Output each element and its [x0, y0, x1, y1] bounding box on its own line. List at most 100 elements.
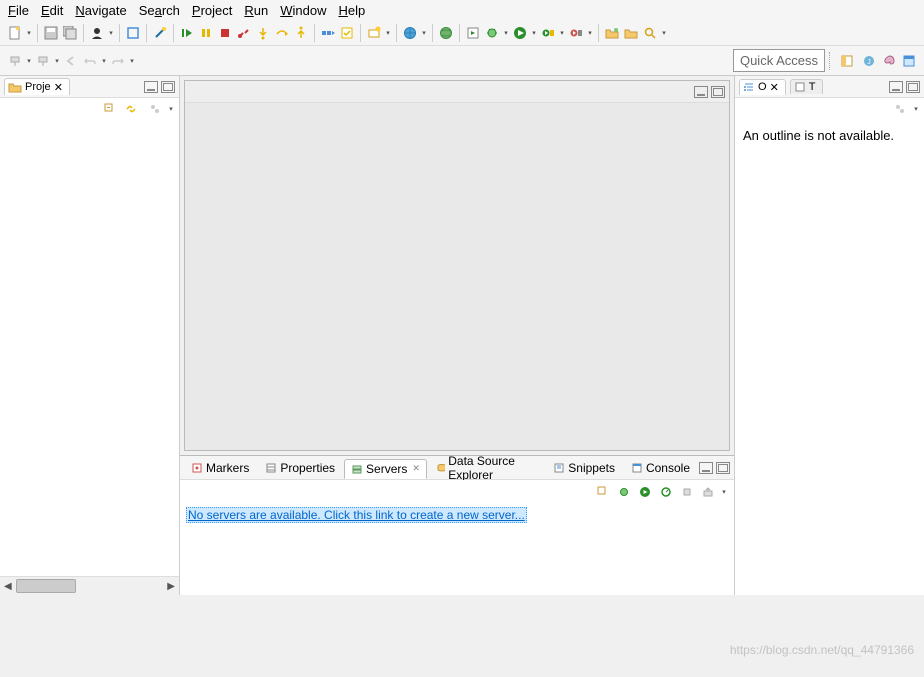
palette-icon[interactable] [880, 52, 898, 70]
disconnect-icon[interactable] [235, 24, 253, 42]
undo-icon[interactable] [81, 52, 99, 70]
saveall-icon[interactable] [61, 24, 79, 42]
start-server-icon[interactable] [636, 483, 654, 501]
tasklist-tab[interactable]: T [790, 79, 823, 94]
close-icon[interactable]: ✕ [412, 463, 420, 474]
focus-icon[interactable] [891, 100, 909, 118]
close-icon[interactable]: ✕ [770, 81, 779, 94]
maximize-button[interactable] [161, 81, 175, 93]
new-icon[interactable] [6, 24, 24, 42]
tab-markers[interactable]: Markers [184, 458, 256, 478]
stepreturn-icon[interactable] [292, 24, 310, 42]
project-tree[interactable] [0, 120, 179, 576]
profile-server-icon[interactable] [657, 483, 675, 501]
editor-maximize-button[interactable] [711, 86, 725, 98]
link-editor-icon[interactable] [122, 100, 140, 118]
debug-dropdown[interactable] [502, 24, 510, 42]
pin-icon[interactable] [6, 52, 24, 70]
stepover-icon[interactable] [273, 24, 291, 42]
browser-icon[interactable] [401, 24, 419, 42]
outline-view-menu[interactable] [912, 100, 920, 118]
quick-access-input[interactable]: Quick Access [733, 49, 825, 72]
perspective-icon[interactable] [838, 52, 856, 70]
redo-icon[interactable] [109, 52, 127, 70]
jee-perspective-icon[interactable]: J [860, 52, 878, 70]
bottom-minimize-button[interactable] [699, 462, 713, 474]
project-explorer-tab[interactable]: Proje ✕ [4, 78, 70, 95]
outline-view: O ✕ T An outline is not available. [734, 76, 924, 595]
pin-dropdown[interactable] [25, 52, 33, 70]
close-icon[interactable]: ✕ [54, 81, 63, 94]
back-icon[interactable] [62, 52, 80, 70]
menu-run[interactable]: Run [244, 3, 268, 18]
save-icon[interactable] [42, 24, 60, 42]
wand-icon[interactable] [151, 24, 169, 42]
pin2-icon[interactable] [34, 52, 52, 70]
menu-help[interactable]: Help [338, 3, 365, 18]
stop-server-icon[interactable] [678, 483, 696, 501]
focus-icon[interactable] [146, 100, 164, 118]
newfolder-icon[interactable] [603, 24, 621, 42]
resume-icon[interactable] [178, 24, 196, 42]
build-icon[interactable] [124, 24, 142, 42]
runlast-dropdown[interactable] [558, 24, 566, 42]
globe-icon[interactable] [437, 24, 455, 42]
servers-view-menu[interactable] [720, 483, 728, 501]
breadcrumb-icon[interactable] [319, 24, 337, 42]
user-icon[interactable] [88, 24, 106, 42]
search-dropdown[interactable] [660, 24, 668, 42]
debug-server-icon[interactable] [615, 483, 633, 501]
menu-navigate[interactable]: Navigate [75, 3, 126, 18]
menu-edit[interactable]: Edit [41, 3, 63, 18]
editor-column: Markers Properties Servers✕ Data Source … [180, 76, 734, 595]
secondary-toolbar: Quick Access J [0, 46, 924, 76]
stop-icon[interactable] [216, 24, 234, 42]
editor-area [184, 80, 730, 451]
runext-dropdown[interactable] [586, 24, 594, 42]
collapse-all-icon[interactable] [101, 100, 119, 118]
pause-icon[interactable] [197, 24, 215, 42]
newserver-icon[interactable] [365, 24, 383, 42]
debug-icon[interactable] [483, 24, 501, 42]
task-icon[interactable] [338, 24, 356, 42]
menu-file[interactable]: File [8, 3, 29, 18]
run-dropdown[interactable] [530, 24, 538, 42]
user-dropdown[interactable] [107, 24, 115, 42]
redo-dropdown[interactable] [128, 52, 136, 70]
editor-blank-area[interactable] [185, 103, 729, 450]
menu-search[interactable]: Search [139, 3, 180, 18]
view-menu-dropdown[interactable] [167, 100, 175, 118]
newserver-dropdown[interactable] [384, 24, 392, 42]
undo-dropdown[interactable] [100, 52, 108, 70]
stepinto-icon[interactable] [254, 24, 272, 42]
browser-dropdown[interactable] [420, 24, 428, 42]
link-editor-icon[interactable] [594, 483, 612, 501]
runconfig-icon[interactable] [464, 24, 482, 42]
horizontal-scrollbar[interactable]: ◀▶ [0, 576, 179, 595]
watermark-text: https://blog.csdn.net/qq_44791366 [730, 643, 914, 657]
runext-icon[interactable] [567, 24, 585, 42]
menu-project[interactable]: Project [192, 3, 232, 18]
folder-icon[interactable] [622, 24, 640, 42]
tab-properties[interactable]: Properties [258, 458, 342, 478]
bottom-maximize-button[interactable] [716, 462, 730, 474]
pin2-dropdown[interactable] [53, 52, 61, 70]
editor-minimize-button[interactable] [694, 86, 708, 98]
tab-console[interactable]: Console [624, 458, 697, 478]
window-icon[interactable] [900, 52, 918, 70]
create-server-link[interactable]: No servers are available. Click this lin… [186, 507, 527, 523]
minimize-button[interactable] [144, 81, 158, 93]
menubar: File Edit Navigate Search Project Run Wi… [0, 0, 924, 21]
outline-minimize-button[interactable] [889, 81, 903, 93]
menu-window[interactable]: Window [280, 3, 326, 18]
new-dropdown[interactable] [25, 24, 33, 42]
tab-snippets[interactable]: Snippets [546, 458, 622, 478]
search-icon[interactable] [641, 24, 659, 42]
runlast-icon[interactable] [539, 24, 557, 42]
tab-servers[interactable]: Servers✕ [344, 459, 427, 479]
main-toolbar [0, 21, 924, 46]
publish-server-icon[interactable] [699, 483, 717, 501]
outline-maximize-button[interactable] [906, 81, 920, 93]
run-button-icon[interactable] [511, 24, 529, 42]
outline-tab[interactable]: O ✕ [739, 79, 786, 95]
